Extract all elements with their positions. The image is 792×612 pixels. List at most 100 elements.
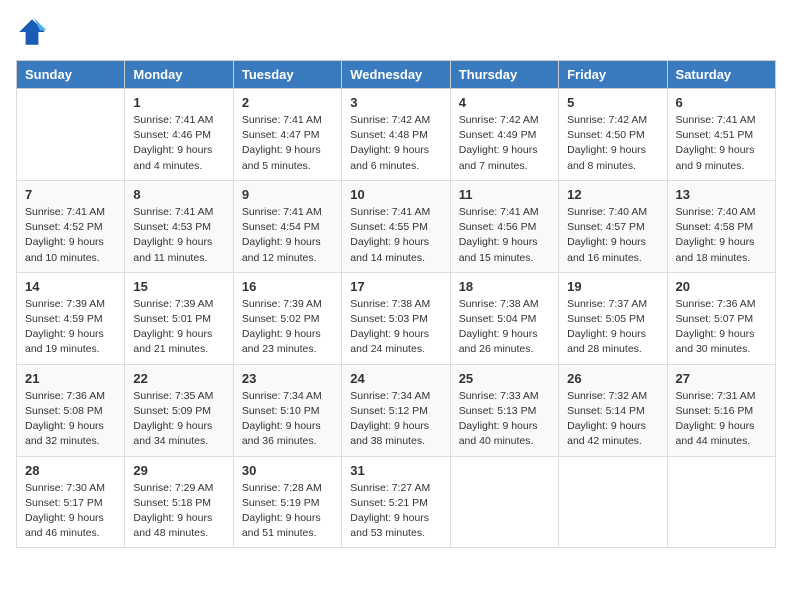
date-number: 26 bbox=[567, 371, 658, 386]
cell-info: Sunrise: 7:40 AMSunset: 4:58 PMDaylight:… bbox=[676, 205, 767, 266]
calendar-cell: 14Sunrise: 7:39 AMSunset: 4:59 PMDayligh… bbox=[17, 272, 125, 364]
cell-info: Sunrise: 7:35 AMSunset: 5:09 PMDaylight:… bbox=[133, 389, 224, 450]
logo-icon bbox=[16, 16, 48, 48]
calendar-cell bbox=[559, 456, 667, 548]
date-number: 18 bbox=[459, 279, 550, 294]
date-number: 20 bbox=[676, 279, 767, 294]
calendar-cell: 4Sunrise: 7:42 AMSunset: 4:49 PMDaylight… bbox=[450, 89, 558, 181]
cell-info: Sunrise: 7:32 AMSunset: 5:14 PMDaylight:… bbox=[567, 389, 658, 450]
cell-info: Sunrise: 7:39 AMSunset: 5:02 PMDaylight:… bbox=[242, 297, 333, 358]
logo bbox=[16, 16, 52, 48]
cell-info: Sunrise: 7:42 AMSunset: 4:49 PMDaylight:… bbox=[459, 113, 550, 174]
calendar-cell: 20 Sunrise: 7:36 AMSunset: 5:07 PMDayligh… bbox=[667, 272, 775, 364]
date-number: 19 bbox=[567, 279, 658, 294]
week-row-1: 1Sunrise: 7:41 AMSunset: 4:46 PMDaylight… bbox=[17, 89, 776, 181]
date-number: 13 bbox=[676, 187, 767, 202]
date-number: 27 bbox=[676, 371, 767, 386]
cell-info: Sunrise: 7:30 AMSunset: 5:17 PMDaylight:… bbox=[25, 481, 116, 542]
calendar-cell: 31Sunrise: 7:27 AMSunset: 5:21 PMDayligh… bbox=[342, 456, 450, 548]
calendar-cell: 26 Sunrise: 7:32 AMSunset: 5:14 PMDayligh… bbox=[559, 364, 667, 456]
calendar-cell: 18 Sunrise: 7:38 AMSunset: 5:04 PMDayligh… bbox=[450, 272, 558, 364]
cell-info: Sunrise: 7:31 AMSunset: 5:16 PMDaylight:… bbox=[676, 389, 767, 450]
calendar-cell: 3 Sunrise: 7:42 AMSunset: 4:48 PMDaylight… bbox=[342, 89, 450, 181]
cell-info: Sunrise: 7:41 AMSunset: 4:53 PMDaylight:… bbox=[133, 205, 224, 266]
calendar-cell: 11 Sunrise: 7:41 AMSunset: 4:56 PMDayligh… bbox=[450, 180, 558, 272]
calendar-cell: 28 Sunrise: 7:30 AMSunset: 5:17 PMDayligh… bbox=[17, 456, 125, 548]
date-number: 24 bbox=[350, 371, 441, 386]
calendar-cell: 5 Sunrise: 7:42 AMSunset: 4:50 PMDaylight… bbox=[559, 89, 667, 181]
cell-info: Sunrise: 7:38 AMSunset: 5:04 PMDaylight:… bbox=[459, 297, 550, 358]
cell-info: Sunrise: 7:40 AMSunset: 4:57 PMDaylight:… bbox=[567, 205, 658, 266]
date-number: 21 bbox=[25, 371, 116, 386]
date-number: 12 bbox=[567, 187, 658, 202]
cell-info: Sunrise: 7:42 AMSunset: 4:48 PMDaylight:… bbox=[350, 113, 441, 174]
calendar-table: SundayMondayTuesdayWednesdayThursdayFrid… bbox=[16, 60, 776, 548]
date-number: 10 bbox=[350, 187, 441, 202]
column-header-thursday: Thursday bbox=[450, 61, 558, 89]
calendar-cell: 27 Sunrise: 7:31 AMSunset: 5:16 PMDayligh… bbox=[667, 364, 775, 456]
calendar-cell: 30 Sunrise: 7:28 AMSunset: 5:19 PMDayligh… bbox=[233, 456, 341, 548]
cell-info: Sunrise: 7:34 AMSunset: 5:12 PMDaylight:… bbox=[350, 389, 441, 450]
week-row-5: 28 Sunrise: 7:30 AMSunset: 5:17 PMDayligh… bbox=[17, 456, 776, 548]
date-number: 6 bbox=[676, 95, 767, 110]
cell-info: Sunrise: 7:34 AMSunset: 5:10 PMDaylight:… bbox=[242, 389, 333, 450]
calendar-cell: 17Sunrise: 7:38 AMSunset: 5:03 PMDayligh… bbox=[342, 272, 450, 364]
date-number: 22 bbox=[133, 371, 224, 386]
cell-info: Sunrise: 7:39 AMSunset: 5:01 PMDaylight:… bbox=[133, 297, 224, 358]
cell-info: Sunrise: 7:41 AMSunset: 4:56 PMDaylight:… bbox=[459, 205, 550, 266]
calendar-cell: 23 Sunrise: 7:34 AMSunset: 5:10 PMDayligh… bbox=[233, 364, 341, 456]
calendar-cell: 22 Sunrise: 7:35 AMSunset: 5:09 PMDayligh… bbox=[125, 364, 233, 456]
calendar-cell: 19 Sunrise: 7:37 AMSunset: 5:05 PMDayligh… bbox=[559, 272, 667, 364]
cell-info: Sunrise: 7:41 AMSunset: 4:51 PMDaylight:… bbox=[676, 113, 767, 174]
calendar-cell: 12 Sunrise: 7:40 AMSunset: 4:57 PMDayligh… bbox=[559, 180, 667, 272]
cell-info: Sunrise: 7:33 AMSunset: 5:13 PMDaylight:… bbox=[459, 389, 550, 450]
week-row-2: 7Sunrise: 7:41 AMSunset: 4:52 PMDaylight… bbox=[17, 180, 776, 272]
cell-info: Sunrise: 7:37 AMSunset: 5:05 PMDaylight:… bbox=[567, 297, 658, 358]
column-header-sunday: Sunday bbox=[17, 61, 125, 89]
cell-info: Sunrise: 7:28 AMSunset: 5:19 PMDaylight:… bbox=[242, 481, 333, 542]
calendar-cell bbox=[450, 456, 558, 548]
date-number: 11 bbox=[459, 187, 550, 202]
date-number: 29 bbox=[133, 463, 224, 478]
date-number: 9 bbox=[242, 187, 333, 202]
calendar-cell bbox=[667, 456, 775, 548]
header-row: SundayMondayTuesdayWednesdayThursdayFrid… bbox=[17, 61, 776, 89]
calendar-cell: 7Sunrise: 7:41 AMSunset: 4:52 PMDaylight… bbox=[17, 180, 125, 272]
column-header-wednesday: Wednesday bbox=[342, 61, 450, 89]
date-number: 8 bbox=[133, 187, 224, 202]
column-header-tuesday: Tuesday bbox=[233, 61, 341, 89]
date-number: 30 bbox=[242, 463, 333, 478]
cell-info: Sunrise: 7:36 AMSunset: 5:07 PMDaylight:… bbox=[676, 297, 767, 358]
calendar-cell: 25 Sunrise: 7:33 AMSunset: 5:13 PMDayligh… bbox=[450, 364, 558, 456]
calendar-cell: 8 Sunrise: 7:41 AMSunset: 4:53 PMDaylight… bbox=[125, 180, 233, 272]
calendar-cell bbox=[17, 89, 125, 181]
cell-info: Sunrise: 7:27 AMSunset: 5:21 PMDaylight:… bbox=[350, 481, 441, 542]
date-number: 25 bbox=[459, 371, 550, 386]
week-row-3: 14Sunrise: 7:39 AMSunset: 4:59 PMDayligh… bbox=[17, 272, 776, 364]
cell-info: Sunrise: 7:42 AMSunset: 4:50 PMDaylight:… bbox=[567, 113, 658, 174]
date-number: 16 bbox=[242, 279, 333, 294]
date-number: 17 bbox=[350, 279, 441, 294]
calendar-cell: 9 Sunrise: 7:41 AMSunset: 4:54 PMDaylight… bbox=[233, 180, 341, 272]
calendar-cell: 29 Sunrise: 7:29 AMSunset: 5:18 PMDayligh… bbox=[125, 456, 233, 548]
cell-info: Sunrise: 7:41 AMSunset: 4:55 PMDaylight:… bbox=[350, 205, 441, 266]
week-row-4: 21 Sunrise: 7:36 AMSunset: 5:08 PMDayligh… bbox=[17, 364, 776, 456]
page-header bbox=[16, 16, 776, 48]
calendar-cell: 24 Sunrise: 7:34 AMSunset: 5:12 PMDayligh… bbox=[342, 364, 450, 456]
date-number: 5 bbox=[567, 95, 658, 110]
column-header-friday: Friday bbox=[559, 61, 667, 89]
cell-info: Sunrise: 7:29 AMSunset: 5:18 PMDaylight:… bbox=[133, 481, 224, 542]
date-number: 23 bbox=[242, 371, 333, 386]
cell-info: Sunrise: 7:36 AMSunset: 5:08 PMDaylight:… bbox=[25, 389, 116, 450]
cell-info: Sunrise: 7:41 AMSunset: 4:47 PMDaylight:… bbox=[242, 113, 333, 174]
cell-info: Sunrise: 7:41 AMSunset: 4:54 PMDaylight:… bbox=[242, 205, 333, 266]
column-header-saturday: Saturday bbox=[667, 61, 775, 89]
calendar-cell: 2Sunrise: 7:41 AMSunset: 4:47 PMDaylight… bbox=[233, 89, 341, 181]
date-number: 7 bbox=[25, 187, 116, 202]
calendar-cell: 10 Sunrise: 7:41 AMSunset: 4:55 PMDayligh… bbox=[342, 180, 450, 272]
calendar-cell: 13 Sunrise: 7:40 AMSunset: 4:58 PMDayligh… bbox=[667, 180, 775, 272]
date-number: 3 bbox=[350, 95, 441, 110]
date-number: 1 bbox=[133, 95, 224, 110]
date-number: 28 bbox=[25, 463, 116, 478]
calendar-cell: 16 Sunrise: 7:39 AMSunset: 5:02 PMDayligh… bbox=[233, 272, 341, 364]
